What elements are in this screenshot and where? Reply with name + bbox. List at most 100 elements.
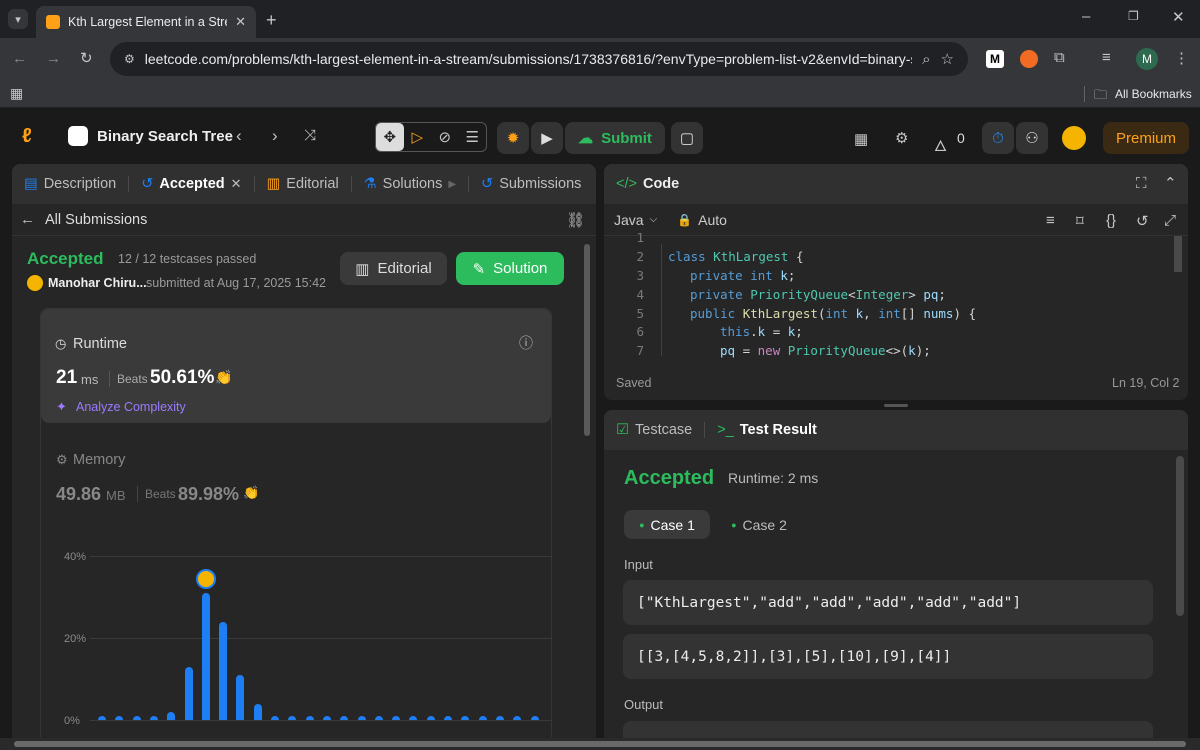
chart-bar[interactable] (495, 715, 504, 720)
left-panel-scrollbar[interactable] (584, 244, 590, 436)
back-icon[interactable]: ← (12, 50, 27, 67)
chart-bar[interactable] (288, 715, 297, 720)
auto-mode-label[interactable]: Auto (698, 212, 727, 228)
all-bookmarks-link[interactable]: All Bookmarks (1115, 87, 1192, 101)
drag-move-icon[interactable]: ✥ (376, 123, 404, 151)
chart-bar[interactable] (98, 715, 106, 720)
tab-test-result[interactable]: Test Result (740, 422, 817, 438)
tab-testcase[interactable]: Testcase (635, 422, 692, 438)
share-link-icon[interactable]: ⛓ (566, 211, 585, 229)
case-1-tab[interactable]: ● Case 1 (624, 510, 710, 539)
braces-icon[interactable]: {} (1106, 212, 1116, 229)
chart-bar[interactable] (305, 715, 314, 720)
user-avatar[interactable] (1062, 126, 1086, 150)
chart-bar[interactable] (530, 715, 539, 720)
chart-bar[interactable] (357, 715, 366, 720)
info-icon[interactable]: ⓘ (519, 333, 533, 353)
solution-button[interactable]: ✎ Solution (456, 252, 564, 285)
extension-m-icon[interactable]: M (986, 50, 1004, 68)
input-line-1[interactable]: ["KthLargest","add","add","add","add","a… (623, 580, 1153, 625)
notes-icon[interactable]: ▢ (671, 122, 703, 154)
chart-bar[interactable] (132, 715, 141, 720)
editor-scrollbar[interactable] (1174, 236, 1182, 272)
new-tab-icon[interactable]: + (266, 10, 277, 31)
chart-bar[interactable] (392, 715, 401, 720)
chart-bar[interactable] (236, 674, 245, 720)
page-hscrollbar[interactable] (0, 738, 1200, 750)
hide-icon[interactable]: ⊘ (431, 128, 459, 146)
add-collaborator-icon[interactable]: ⚇ (1016, 122, 1048, 154)
chart-bar[interactable] (184, 666, 193, 720)
zoom-icon[interactable]: ⌕ (922, 51, 930, 68)
settings-sliders-icon[interactable]: ☰ (459, 128, 487, 146)
close-window-icon[interactable]: ✕ (1172, 8, 1185, 26)
format-icon[interactable]: ≡ (1046, 212, 1055, 229)
back-arrow-icon[interactable]: ← (20, 211, 35, 228)
tab-editorial[interactable]: Editorial (286, 176, 338, 192)
runtime-card[interactable]: ◷ Runtime ⓘ 21 ms Beats 50.61% 👏 ✦ Analy… (41, 309, 551, 423)
tab-description[interactable]: Description (44, 176, 117, 192)
chart-bar[interactable] (374, 715, 383, 720)
prev-problem-icon[interactable]: ‹ (236, 126, 242, 146)
chart-bar[interactable] (513, 715, 522, 720)
bookmark-icon[interactable]: ⌑ (1076, 212, 1084, 230)
chart-bar[interactable] (201, 592, 210, 720)
timer-icon[interactable]: ⏱ (982, 122, 1014, 154)
browser-menu-icon[interactable]: ⋮ (1174, 49, 1189, 67)
play-outline-icon[interactable]: ▷ (404, 128, 432, 146)
input-line-2[interactable]: [[3,[4,5,8,2]],[3],[5],[10],[9],[4]] (623, 634, 1153, 679)
expand-icon[interactable]: ⤢ (1164, 212, 1176, 229)
next-problem-icon[interactable]: › (272, 126, 278, 146)
tab-search-icon[interactable]: ▾ (8, 9, 28, 29)
chart-bar[interactable] (478, 715, 487, 720)
chart-bar[interactable] (322, 715, 331, 720)
leetcode-logo-icon[interactable]: ℓ (22, 125, 42, 147)
site-info-icon[interactable]: ⚙ (124, 52, 135, 66)
chart-bar[interactable] (340, 715, 349, 720)
bookmark-star-icon[interactable]: ☆ (941, 50, 954, 68)
tab-submissions[interactable]: Submissions (499, 176, 581, 192)
url-text[interactable]: leetcode.com/problems/kth-largest-elemen… (145, 51, 912, 67)
chart-bar[interactable] (461, 715, 470, 720)
layout-grid-icon[interactable]: ▦ (854, 130, 868, 148)
forward-icon[interactable]: → (46, 50, 61, 67)
reload-icon[interactable]: ↻ (80, 49, 93, 67)
chart-bar[interactable] (115, 715, 124, 720)
analyze-complexity-link[interactable]: Analyze Complexity (76, 400, 186, 414)
chart-bar[interactable] (444, 715, 452, 720)
language-select[interactable]: Java (614, 212, 644, 228)
apps-grid-icon[interactable]: ▦ (10, 85, 23, 102)
shuffle-icon[interactable]: ⤨ (304, 127, 316, 144)
chart-bar[interactable] (426, 715, 435, 720)
chart-bar[interactable] (167, 711, 176, 720)
close-tab-icon[interactable]: ✕ (235, 14, 246, 30)
premium-button[interactable]: Premium (1103, 122, 1189, 154)
memory-title[interactable]: Memory (73, 452, 125, 468)
chart-bar[interactable] (219, 621, 228, 720)
reading-list-icon[interactable]: ≡ (1102, 49, 1111, 66)
address-bar[interactable]: ⚙ leetcode.com/problems/kth-largest-elem… (110, 42, 968, 76)
author-name[interactable]: Manohar Chiru... (48, 276, 147, 290)
collapse-icon[interactable]: ⌃ (1164, 174, 1177, 192)
case-2-tab[interactable]: ● Case 2 (724, 510, 794, 539)
run-button[interactable]: ▶ (531, 122, 563, 154)
browser-tab[interactable]: Kth Largest Element in a Stream ✕ (36, 6, 256, 38)
close-tab-icon[interactable]: ✕ (231, 176, 242, 192)
chevron-down-icon[interactable]: ⌵ (650, 214, 658, 225)
hscroll-thumb[interactable] (14, 741, 1186, 747)
chart-bar[interactable] (271, 715, 279, 720)
output-box[interactable] (623, 721, 1153, 739)
debug-icon[interactable]: ✹ (497, 122, 529, 154)
editorial-button[interactable]: ▥ Editorial (340, 252, 447, 285)
panel-resize-handle[interactable] (884, 404, 908, 407)
maximize-icon[interactable]: ❐ (1128, 9, 1139, 23)
tab-solutions[interactable]: Solutions (383, 176, 443, 192)
tab-accepted[interactable]: Accepted (159, 176, 224, 192)
fullscreen-icon[interactable]: ⛶ (1136, 175, 1147, 192)
all-submissions-link[interactable]: All Submissions (45, 212, 147, 228)
result-scrollbar[interactable] (1176, 456, 1184, 616)
extension-orange-icon[interactable] (1020, 50, 1038, 68)
profile-avatar[interactable]: M (1136, 48, 1158, 70)
chart-bar[interactable] (149, 715, 158, 720)
problem-list-title[interactable]: Binary Search Tree (97, 128, 233, 145)
